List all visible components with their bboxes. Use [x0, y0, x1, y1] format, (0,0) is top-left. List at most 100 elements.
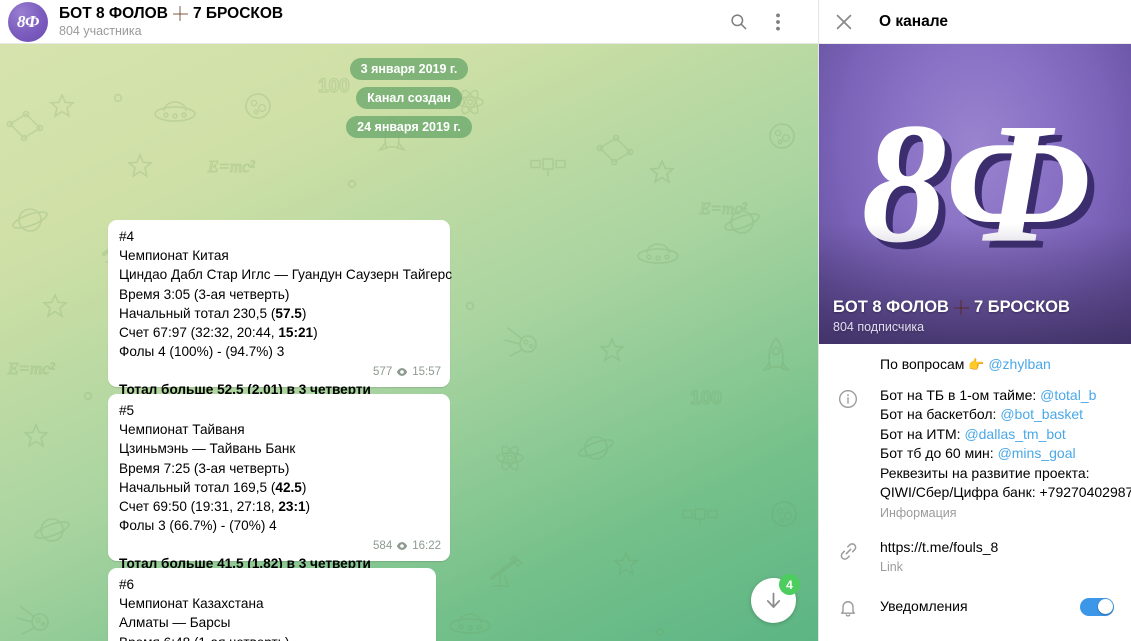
notifications-row[interactable]: Уведомления — [819, 581, 1131, 632]
message-line: #5 — [119, 403, 135, 418]
message-meta: 577 15:57 — [373, 363, 441, 382]
bell-icon — [840, 601, 856, 617]
contact-handle-link[interactable]: @zhylban — [988, 356, 1050, 372]
contact-row-body: По вопросам 👉 @zhylban — [863, 355, 1117, 375]
banner-texts: БОТ 8 ФОЛОВ 7 БРОСКОВ 804 подписчика — [833, 298, 1122, 334]
chat-subtitle: 804 участника — [59, 23, 142, 38]
channel-name: БОТ 8 ФОЛОВ 7 БРОСКОВ — [833, 298, 1122, 317]
info-panel-title: О канале — [879, 12, 948, 30]
scroll-to-bottom-button[interactable]: 4 — [751, 574, 800, 623]
contact-line: По вопросам 👉 @zhylban — [880, 355, 1117, 375]
message-fouls-line: Фолы 4 (100%) - (94.7%) 3 — [119, 344, 285, 360]
service-chip-row: Канал создан — [0, 87, 818, 109]
message-total-line: Начальный тотал 169,5 (42.5) — [119, 479, 307, 495]
channel-created-chip: Канал создан — [356, 87, 462, 109]
message-bubble[interactable]: #4 Чемпионат Китая Циндао Дабл Стар Иглс… — [108, 220, 452, 397]
view-count: 584 — [373, 539, 393, 552]
about-line: Бот тб до 60 мин: @mins_goal — [880, 445, 1076, 461]
contact-row: По вопросам 👉 @zhylban — [819, 344, 1131, 375]
arrow-down-icon — [766, 592, 781, 608]
eye-icon — [397, 368, 408, 377]
message-line: Время 7:25 (3-ая четверть) — [119, 460, 290, 476]
channel-banner[interactable]: 8Ф БОТ 8 ФОЛОВ 7 БРОСКОВ 804 подписчика — [819, 44, 1131, 344]
about-line: Бот на ТБ в 1-ом тайме: @total_b — [880, 386, 1097, 403]
message-fouls-line: Фолы 3 (66.7%) - (70%) 4 — [119, 518, 277, 534]
service-chip-row: 24 января 2019 г. — [0, 116, 818, 138]
message-line: Время 6:48 (1-ая четверть) — [119, 633, 425, 641]
info-icon — [839, 389, 857, 408]
message-line: Чемпионат Тайваня — [119, 422, 245, 438]
message-line: Чемпионат Китая — [119, 248, 229, 264]
link-icon — [840, 542, 856, 560]
view-count: 577 — [373, 365, 393, 378]
message-total-line: Начальный тотал 230,5 (57.5) — [119, 305, 307, 321]
message-time: 16:22 — [412, 539, 441, 552]
chat-header: 8Ф БОТ 8 ФОЛОВ 7 БРОСКОВ 804 участника — [0, 0, 818, 44]
page-title: БОТ 8 ФОЛОВ 7 БРОСКОВ — [59, 5, 726, 23]
channel-name-head: БОТ 8 ФОЛОВ — [833, 298, 949, 316]
about-row-body: Бот на ТБ в 1-ом тайме: @total_b Бот на … — [863, 386, 1131, 520]
bot-link[interactable]: @mins_goal — [998, 445, 1076, 461]
about-line: Реквезиты на развитие проекта: — [880, 464, 1090, 481]
link-row[interactable]: https://t.me/fouls_8 Link — [819, 527, 1131, 582]
link-caption: Link — [880, 560, 903, 574]
bot-link[interactable]: @dallas_tm_bot — [964, 426, 1065, 442]
message-time: 15:57 — [412, 365, 441, 378]
service-chip-row: 3 января 2019 г. — [0, 58, 818, 80]
unread-badge: 4 — [779, 574, 800, 595]
avatar-label: 8Ф — [17, 11, 39, 31]
notifications-toggle[interactable] — [1080, 597, 1114, 616]
notifications-label: Уведомления — [880, 597, 968, 614]
channel-name-tail: 7 БРОСКОВ — [973, 298, 1070, 316]
chat-wallpaper: E=mc² 100 — [0, 44, 818, 641]
message-list: 3 января 2019 г. Канал создан 24 января … — [0, 44, 818, 641]
contact-prefix: По вопросам — [880, 356, 965, 372]
basketball-icon — [173, 6, 188, 21]
about-line: Бот на баскетбол: @bot_basket — [880, 406, 1084, 422]
about-line: Бот на ИТМ: @dallas_tm_bot — [880, 425, 1066, 442]
message-line: Циндао Дабл Стар Иглс — Гуандун Саузерн … — [119, 267, 452, 283]
message-line: Алматы — Барсы — [119, 615, 231, 631]
notifications-label-group: Уведомления — [833, 595, 968, 618]
about-line: QIWI/Сбер/Цифра банк: +79270402987 — [880, 484, 1131, 500]
telegram-window: 8Ф БОТ 8 ФОЛОВ 7 БРОСКОВ 804 участника 3… — [0, 0, 1131, 641]
close-icon[interactable] — [833, 11, 855, 33]
chat-header-actions — [726, 10, 790, 34]
eye-icon — [397, 542, 408, 551]
message-bubble[interactable]: #5 Чемпионат Тайваня Цзиньмэнь — Тайвань… — [108, 394, 450, 571]
chat-column: 8Ф БОТ 8 ФОЛОВ 7 БРОСКОВ 804 участника 3… — [0, 0, 818, 641]
subscriber-count: 804 подписчика — [833, 320, 925, 334]
date-chip: 3 января 2019 г. — [349, 58, 469, 80]
chat-header-texts: БОТ 8 ФОЛОВ 7 БРОСКОВ 804 участника — [59, 5, 726, 39]
link-row-body: https://t.me/fouls_8 Link — [863, 538, 1117, 575]
bot-link[interactable]: @bot_basket — [1000, 406, 1083, 422]
message-line: Время 3:05 (3-ая четверть) — [119, 286, 290, 302]
message-line: #6 — [119, 577, 135, 592]
about-row: Бот на ТБ в 1-ом тайме: @total_b Бот на … — [819, 375, 1131, 527]
message-line: Цзиньмэнь — Тайвань Банк — [119, 441, 296, 457]
info-rows: По вопросам 👉 @zhylban Бот на ТБ в 1-ом … — [819, 344, 1131, 641]
chat-title-tail: 7 БРОСКОВ — [192, 4, 284, 22]
notifications-icon-slot — [833, 595, 863, 618]
message-bubble[interactable]: #6 Чемпионат Казахстана Алматы — Барсы В… — [108, 568, 436, 641]
chat-title: БОТ 8 ФОЛОВ — [59, 4, 168, 22]
about-row-icon-slot — [833, 386, 863, 409]
info-panel-header: О канале — [819, 0, 1131, 44]
message-line: #4 — [119, 229, 135, 244]
bot-link[interactable]: @total_b — [1040, 387, 1096, 403]
search-icon[interactable] — [726, 10, 750, 34]
avatar[interactable]: 8Ф — [8, 1, 48, 42]
channel-info-panel: О канале 8Ф БОТ 8 ФОЛОВ 7 БРОСКОВ 804 по… — [818, 0, 1131, 641]
contact-row-icon-slot — [833, 355, 863, 358]
message-line: Чемпионат Казахстана — [119, 596, 264, 612]
link-row-icon-slot — [833, 538, 863, 562]
message-score-line: Счет 67:97 (32:32, 20:44, 15:21) — [119, 325, 318, 341]
basketball-icon — [954, 300, 969, 315]
pointing-right-icon: 👉 — [968, 357, 985, 372]
message-meta: 584 16:22 — [373, 537, 441, 556]
message-score-line: Счет 69:50 (19:31, 27:18, 23:1) — [119, 499, 311, 515]
about-caption: Информация — [880, 505, 957, 520]
date-chip: 24 января 2019 г. — [346, 116, 472, 138]
more-vertical-icon[interactable] — [766, 10, 790, 34]
channel-link[interactable]: https://t.me/fouls_8 — [880, 538, 1117, 558]
